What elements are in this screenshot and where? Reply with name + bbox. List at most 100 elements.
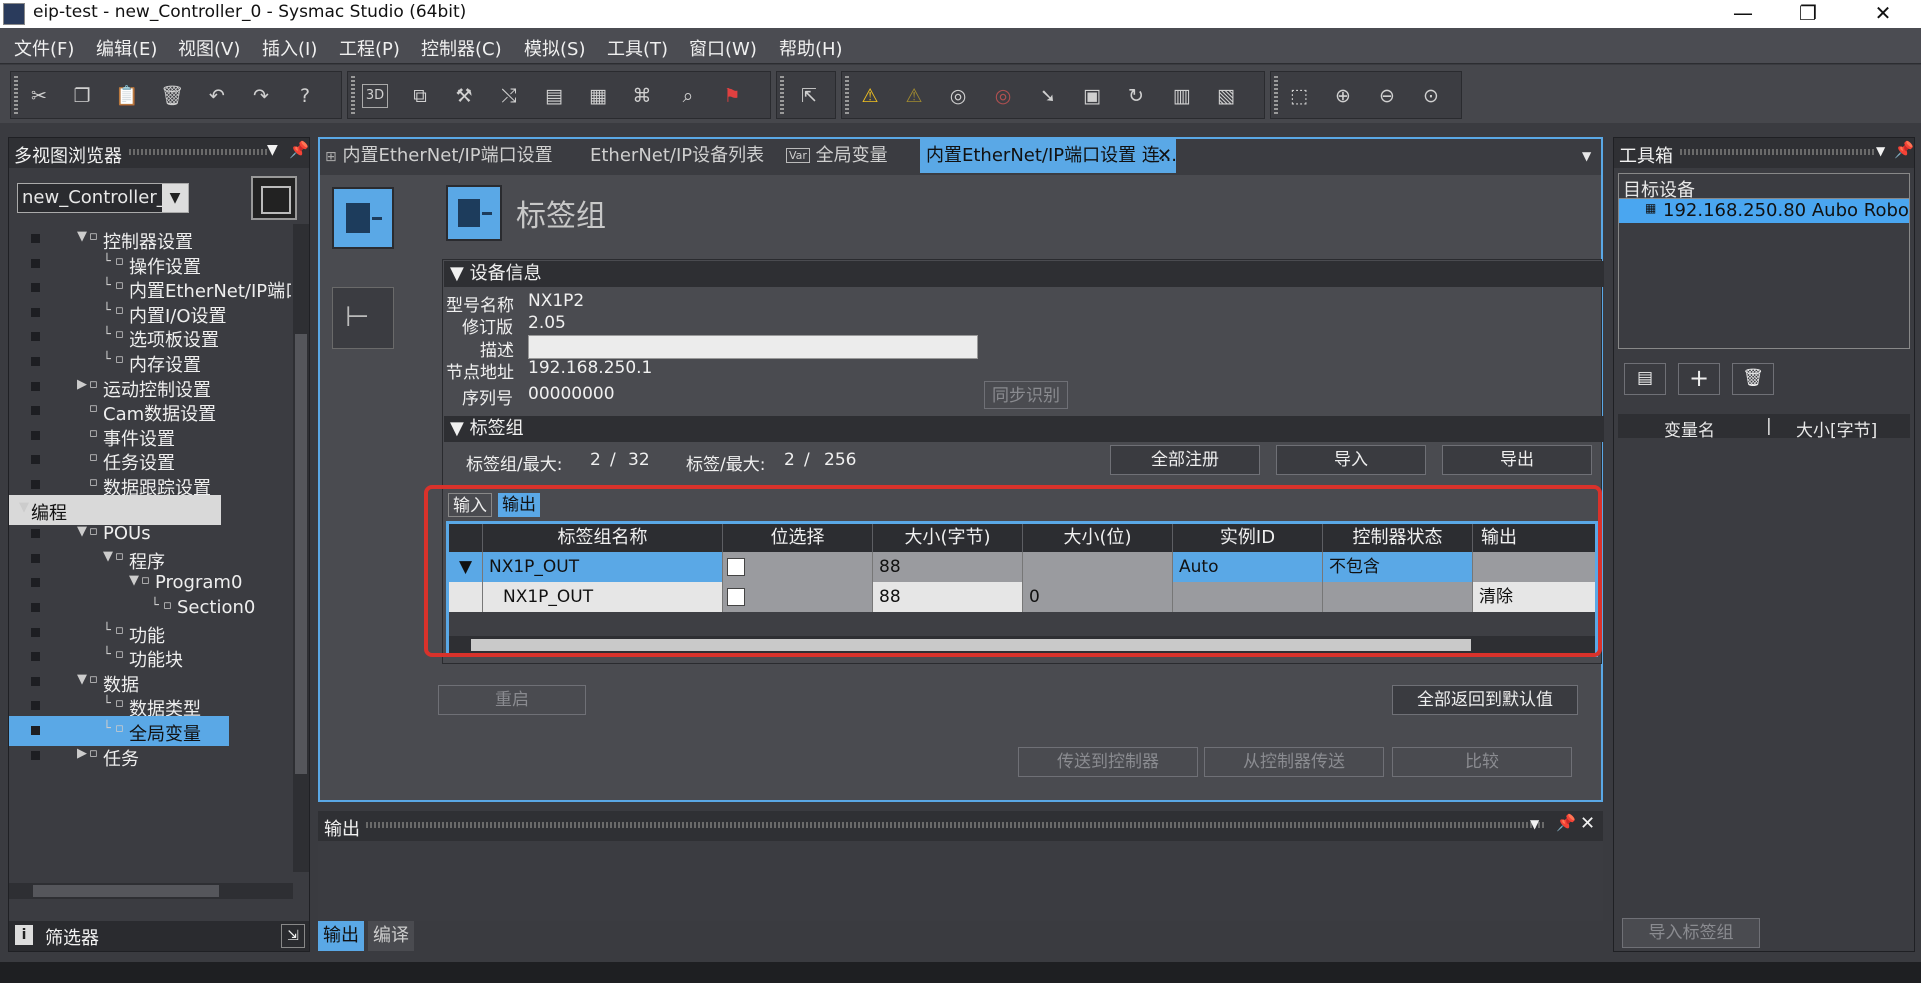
- output-dropdown-icon[interactable]: ▼: [1530, 817, 1539, 831]
- target-device-item[interactable]: ▦ 192.168.250.80 Aubo Robo: [1619, 199, 1909, 223]
- expand-icon[interactable]: ▼: [77, 672, 87, 687]
- toolbox-dropdown-icon[interactable]: ▼: [1876, 144, 1885, 158]
- toolbar-group-online: ⇱: [776, 71, 836, 119]
- table-icon[interactable]: ▦: [584, 82, 612, 110]
- transfer-from-controller-button[interactable]: 从控制器传送: [1204, 747, 1384, 777]
- tag-set-view-icon[interactable]: [332, 187, 394, 249]
- menu-simulation[interactable]: 模拟(S): [524, 35, 585, 61]
- copy-icon[interactable]: ❐: [68, 82, 96, 110]
- tab-connection-settings[interactable]: 内置EtherNet/IP端口设置 连... ✕: [920, 139, 1177, 173]
- expand-icon[interactable]: ▼: [19, 500, 29, 515]
- description-input[interactable]: [528, 335, 978, 359]
- expand-icon[interactable]: ▼: [77, 229, 87, 244]
- minimize-button[interactable]: —: [1715, 0, 1771, 28]
- warning-off-icon[interactable]: ⚠: [900, 82, 928, 110]
- add-icon[interactable]: +: [1678, 363, 1720, 395]
- tab-compile[interactable]: 编译: [368, 921, 414, 951]
- tab-ethernet-port[interactable]: ⊞ 内置EtherNet/IP端口设置: [325, 139, 553, 173]
- tab-list-chevron-icon[interactable]: ▼: [1582, 149, 1591, 163]
- menu-project[interactable]: 工程(P): [339, 35, 400, 61]
- restart-button[interactable]: 重启: [438, 685, 586, 715]
- tree-vertical-scrollbar[interactable]: [293, 224, 309, 872]
- expand-icon[interactable]: ▼: [77, 524, 87, 539]
- 3d-view-icon[interactable]: 3D: [362, 84, 388, 108]
- tab-device-list[interactable]: EtherNet/IP设备列表: [590, 139, 764, 173]
- layers-icon[interactable]: ⧉: [406, 82, 434, 110]
- tree-item-marker: [31, 553, 40, 563]
- paste-icon[interactable]: 📋: [113, 82, 141, 110]
- tree-item[interactable]: ▶ ▫ 任务: [9, 741, 289, 771]
- collapse-icon[interactable]: ▶: [77, 377, 87, 392]
- network-icon[interactable]: ⌘: [628, 82, 656, 110]
- tab-output-window[interactable]: 输出: [318, 921, 364, 951]
- pin-icon[interactable]: 📌: [289, 140, 309, 159]
- transfer-icon[interactable]: ➘: [1034, 82, 1062, 110]
- expand-icon[interactable]: ▼: [103, 549, 113, 564]
- transfer-to-controller-button[interactable]: 传送到控制器: [1018, 747, 1198, 777]
- tree-horizontal-scrollbar[interactable]: [9, 883, 293, 899]
- output-close-icon[interactable]: ✕: [1580, 813, 1595, 834]
- sync-identify-button[interactable]: 同步识别: [984, 381, 1068, 409]
- collapse-icon[interactable]: ▶: [77, 746, 87, 761]
- column-header-var-name[interactable]: 变量名: [1664, 416, 1715, 441]
- serial-label: 序列号: [462, 389, 513, 409]
- trash-icon[interactable]: 🗑: [1732, 363, 1774, 395]
- output-pin-icon[interactable]: 📌: [1556, 813, 1576, 832]
- folder-icon[interactable]: ▤: [1624, 363, 1666, 395]
- maximize-button[interactable]: ❐: [1780, 0, 1836, 28]
- controller-icon: [251, 176, 297, 220]
- menu-view[interactable]: 视图(V): [178, 35, 240, 61]
- tab-global-vars[interactable]: Var 全局变量: [786, 139, 888, 173]
- dropdown-icon[interactable]: ▼: [267, 142, 278, 158]
- tag-set-header[interactable]: ▼ 标签组: [444, 416, 1604, 442]
- undo-icon[interactable]: ↶: [203, 82, 231, 110]
- search-icon[interactable]: ⌕: [674, 82, 702, 110]
- menu-help[interactable]: 帮助(H): [779, 35, 843, 61]
- menu-file[interactable]: 文件(F): [14, 35, 74, 61]
- build-icon[interactable]: ⚒: [450, 82, 478, 110]
- connection-view-icon[interactable]: ⊢: [332, 287, 394, 349]
- import-button[interactable]: 导入: [1276, 445, 1426, 475]
- toolbox-pin-icon[interactable]: 📌: [1894, 140, 1914, 159]
- zoom-in-icon[interactable]: ⊕: [1329, 82, 1357, 110]
- compare-button[interactable]: 比较: [1392, 747, 1572, 777]
- zoom-out-icon[interactable]: ⊖: [1373, 82, 1401, 110]
- device-icon[interactable]: ▥: [1168, 82, 1196, 110]
- menu-window[interactable]: 窗口(W): [689, 35, 757, 61]
- device2-icon[interactable]: ▧: [1212, 82, 1240, 110]
- help-icon[interactable]: ?: [291, 82, 319, 110]
- device-info-header[interactable]: ▼ 设备信息: [444, 261, 1604, 287]
- sync-icon[interactable]: ▣: [1078, 82, 1106, 110]
- import-tag-set-button[interactable]: 导入标签组: [1622, 918, 1760, 948]
- menu-edit[interactable]: 编辑(E): [96, 35, 157, 61]
- close-tab-icon[interactable]: ✕: [1157, 139, 1172, 173]
- redo-icon[interactable]: ↷: [247, 82, 275, 110]
- close-window-button[interactable]: ✕: [1855, 0, 1911, 28]
- output-icon[interactable]: ▤: [540, 82, 568, 110]
- zoom-reset-icon[interactable]: ⊙: [1417, 82, 1445, 110]
- fit-icon[interactable]: ⬚: [1285, 82, 1313, 110]
- warning-icon[interactable]: ⚠: [856, 82, 884, 110]
- monitor-off-icon[interactable]: ◎: [989, 82, 1017, 110]
- column-header-size[interactable]: 大小[字节]: [1796, 416, 1877, 441]
- filter-pin-icon[interactable]: ⇲: [281, 924, 305, 948]
- register-all-button[interactable]: 全部注册: [1110, 445, 1260, 475]
- tree-item-marker: [31, 652, 40, 662]
- menu-controller[interactable]: 控制器(C): [421, 35, 502, 61]
- menu-tools[interactable]: 工具(T): [607, 35, 668, 61]
- refresh-icon[interactable]: ↻: [1122, 82, 1150, 110]
- export-button[interactable]: 导出: [1442, 445, 1592, 475]
- reset-default-button[interactable]: 全部返回到默认值: [1392, 685, 1578, 715]
- expand-icon[interactable]: ▼: [129, 573, 139, 588]
- monitor-icon[interactable]: ◎: [944, 82, 972, 110]
- controller-select[interactable]: new_Controller_0 ▼: [17, 183, 189, 213]
- cross-ref-icon[interactable]: ⤭: [495, 82, 523, 110]
- error-icon[interactable]: ⚑: [718, 82, 746, 110]
- tree-node-icon: ▫: [115, 302, 124, 318]
- online-icon[interactable]: ⇱: [795, 82, 823, 110]
- menu-insert[interactable]: 插入(I): [262, 35, 317, 61]
- cut-icon[interactable]: ✂: [25, 82, 53, 110]
- delete-icon[interactable]: 🗑: [158, 82, 186, 110]
- tree-node-icon: ▫: [141, 573, 150, 589]
- chevron-down-icon[interactable]: ▼: [162, 184, 188, 212]
